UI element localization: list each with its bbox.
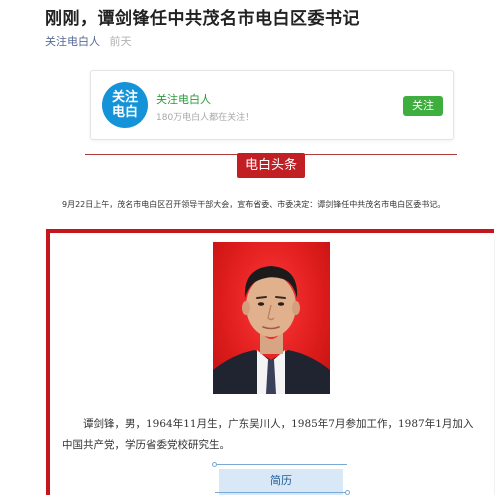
logo-text-line1: 关注 [111,90,138,105]
bio-paragraph: 谭剑锋，男，1964年11月生，广东吴川人，1985年7月参加工作，1987年1… [62,418,474,451]
follow-card[interactable]: 关注 电白 关注电白人 180万电白人都在关注！ 关注 [90,70,454,140]
portrait-photo [213,242,330,394]
resume-section-header: 简历 [212,461,350,495]
logo-text-line2: 电白 [111,105,138,120]
follow-button[interactable]: 关注 [403,96,443,116]
article-title: 刚刚，谭剑锋任中共茂名市电白区委书记 [45,9,360,29]
resume-line-top [215,464,347,465]
lead-paragraph: 9月22日上午，茂名市电白区召开领导干部大会，宣布省委、市委决定：谭剑锋任中共茂… [62,200,446,209]
resume-line-bottom [215,492,347,493]
article-meta: 关注电白人 前天 [45,33,132,49]
card-subtitle: 180万电白人都在关注！ [156,113,255,123]
article-page: 刚刚，谭剑锋任中共茂名市电白区委书记 关注电白人 前天 关注 电白 关注电白人 … [0,0,500,495]
section-tag: 电白头条 [237,153,305,178]
portrait-illustration [213,266,330,394]
resume-dot-top-left [212,462,217,467]
account-logo: 关注 电白 [102,82,148,128]
account-link[interactable]: 关注电白人 [45,35,100,48]
publish-time: 前天 [109,35,132,48]
card-account-name: 关注电白人 [156,93,211,106]
resume-dot-bottom-right [345,490,350,495]
